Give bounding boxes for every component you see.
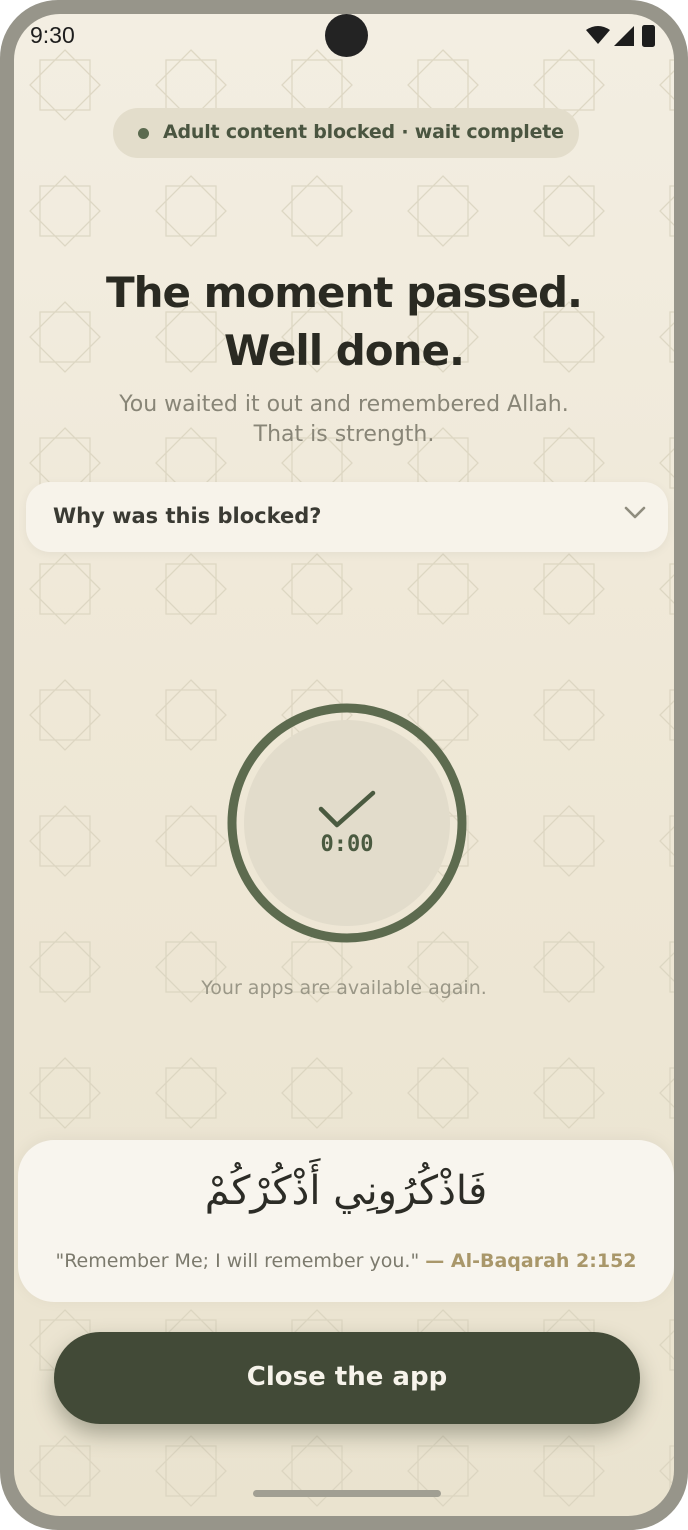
system-icons: [586, 25, 655, 47]
verse-translation-row: "Remember Me; I will remember you." — Al…: [18, 1250, 674, 1272]
headline-line-1: The moment passed.: [105, 268, 583, 317]
headline-line-2: Well done.: [224, 326, 465, 375]
screen: 9:30 Adult content blocked · wait comple…: [14, 14, 674, 1516]
why-blocked-label: Why was this blocked?: [53, 504, 322, 528]
subtitle-line-1: You waited it out and remembered Allah.: [119, 392, 569, 417]
wifi-icon: [586, 26, 610, 44]
verse-arabic: فَاذْكُرُونِي أَذْكُرْكُمْ: [204, 1168, 488, 1214]
close-app-label: Close the app: [246, 1362, 448, 1392]
close-app-button[interactable]: Close the app: [54, 1332, 640, 1424]
status-bar: 9:30: [14, 14, 674, 58]
availability-note: Your apps are available again.: [201, 977, 487, 999]
phone-frame: 9:30 Adult content blocked · wait comple…: [0, 0, 688, 1530]
status-badge-text: Adult content blocked · wait complete: [163, 121, 564, 143]
verse-translation: "Remember Me; I will remember you.": [55, 1250, 420, 1272]
status-time: 9:30: [30, 22, 75, 48]
battery-icon: [642, 25, 655, 47]
camera-cutout: [325, 14, 368, 57]
chevron-down-icon: [624, 506, 646, 519]
status-badge: Adult content blocked · wait complete: [113, 108, 579, 158]
status-dot: [138, 128, 149, 139]
home-indicator[interactable]: [253, 1490, 441, 1497]
verse-reference: — Al-Baqarah 2:152: [425, 1250, 637, 1272]
subtitle-line-2: That is strength.: [253, 422, 435, 447]
signal-icon: [614, 26, 634, 46]
check-icon: [318, 790, 376, 828]
why-blocked-accordion[interactable]: Why was this blocked?: [26, 482, 668, 552]
timer-readout: 0:00: [320, 832, 374, 857]
verse-card: فَاذْكُرُونِي أَذْكُرْكُمْ "Remember Me;…: [18, 1140, 674, 1302]
